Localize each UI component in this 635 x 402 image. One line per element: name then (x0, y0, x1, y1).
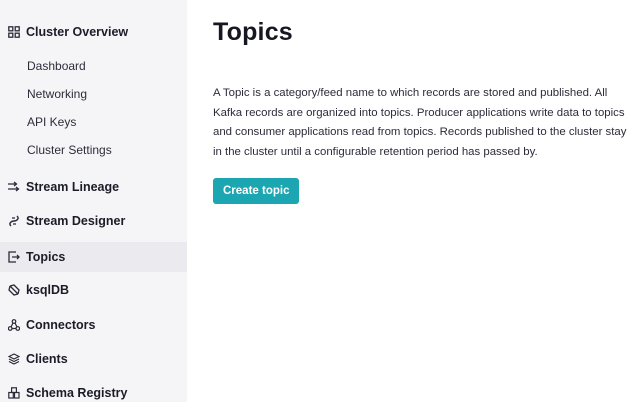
sidebar-item-label: Stream Designer (26, 214, 126, 228)
sidebar-item-label: Stream Lineage (26, 180, 120, 194)
sidebar-subitem-cluster-settings[interactable]: Cluster Settings (0, 136, 187, 164)
app-window: Cluster Overview Dashboard Networking AP… (0, 0, 635, 402)
sidebar-item-label: ksqlDB (26, 283, 70, 297)
layers-icon (7, 353, 20, 366)
sidebar-item-cluster-overview[interactable]: Cluster Overview (0, 18, 187, 46)
topics-icon (7, 251, 20, 264)
create-topic-button[interactable]: Create topic (213, 178, 300, 204)
schema-registry-icon (7, 387, 20, 400)
sidebar-item-stream-lineage[interactable]: Stream Lineage (0, 170, 187, 204)
stream-designer-icon (7, 215, 20, 228)
connectors-icon (7, 319, 20, 332)
sidebar-item-label: Connectors (26, 318, 96, 332)
sidebar-item-schema-registry[interactable]: Schema Registry (0, 376, 187, 402)
sidebar-subitem-networking[interactable]: Networking (0, 80, 187, 108)
sidebar-nav: Cluster Overview Dashboard Networking AP… (0, 18, 187, 402)
page-title: Topics (213, 18, 293, 46)
sidebar-item-label: Clients (26, 352, 68, 366)
topics-description: A Topic is a category/feed name to which… (213, 87, 627, 158)
sidebar: Cluster Overview Dashboard Networking AP… (0, 0, 187, 402)
sidebar-item-label: Schema Registry (26, 386, 128, 400)
sidebar-item-ksqldb[interactable]: ksqlDB (0, 272, 187, 308)
stream-lineage-icon (7, 181, 20, 194)
sidebar-subitem-dashboard[interactable]: Dashboard (0, 52, 187, 80)
ksqldb-icon (7, 284, 20, 297)
sidebar-item-clients[interactable]: Clients (0, 342, 187, 376)
sidebar-item-topics[interactable]: Topics (0, 242, 187, 272)
grid-icon (7, 26, 20, 39)
sidebar-item-connectors[interactable]: Connectors (0, 308, 187, 342)
sidebar-item-label: Topics (26, 250, 66, 264)
main-content: Topics A Topic is a category/feed name t… (187, 0, 635, 402)
sidebar-item-stream-designer[interactable]: Stream Designer (0, 204, 187, 238)
sidebar-subitem-api-keys[interactable]: API Keys (0, 108, 187, 136)
sidebar-item-label: Cluster Overview (26, 25, 129, 39)
